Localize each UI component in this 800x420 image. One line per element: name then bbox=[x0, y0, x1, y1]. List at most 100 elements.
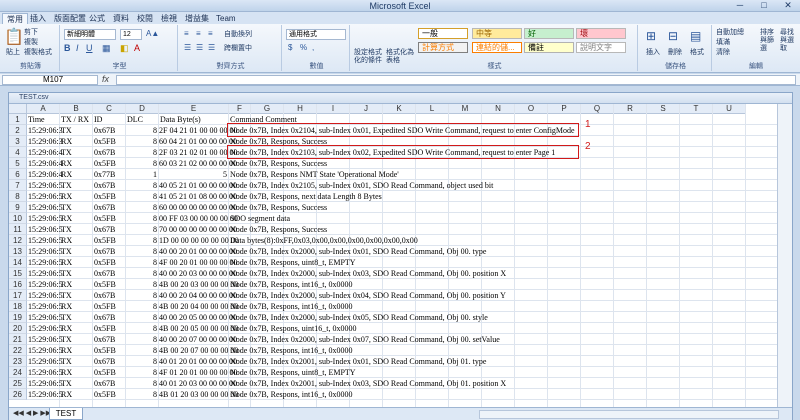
cell-dlc[interactable]: 8 bbox=[126, 312, 157, 323]
cell-data-bytes[interactable]: 70 00 00 00 00 00 00 00 bbox=[159, 224, 237, 235]
cell-comment[interactable]: Node 0x7B, Respons, int16_t, 0x0000 bbox=[230, 279, 352, 290]
cell-txrx[interactable]: TX bbox=[61, 312, 72, 323]
row-header[interactable]: 15 bbox=[9, 268, 27, 279]
cell-style-4[interactable]: 壞 bbox=[576, 28, 626, 39]
cell-data-bytes[interactable]: 41 05 21 01 08 00 00 00 bbox=[159, 191, 237, 202]
cell-comment[interactable]: Node 0x7B, Index 0x2103, sub-Index 0x02,… bbox=[230, 147, 555, 158]
cell-data-bytes[interactable]: 4F 01 20 01 00 00 00 00 bbox=[159, 367, 237, 378]
cell-data-bytes[interactable]: 00 FF 03 00 00 00 00 00 bbox=[159, 213, 238, 224]
cell-data-bytes[interactable]: 4F 00 20 01 00 00 00 00 bbox=[159, 257, 237, 268]
cell-dlc[interactable]: 8 bbox=[126, 213, 157, 224]
sort-filter-button[interactable]: 排序與篩選 bbox=[760, 29, 778, 53]
format-painter-button[interactable]: 複製格式 bbox=[24, 47, 52, 57]
delete-cells-icon[interactable]: ⊟ bbox=[668, 29, 678, 43]
wrap-text-button[interactable]: 自動換列 bbox=[224, 29, 252, 39]
cell-comment[interactable]: Command Comment bbox=[230, 114, 297, 125]
column-header-G[interactable]: G bbox=[251, 104, 284, 114]
column-header-I[interactable]: I bbox=[317, 104, 350, 114]
cell-comment[interactable]: Node 0x7B, Respons, int16_t, 0x0000 bbox=[230, 345, 352, 356]
align-center-icon[interactable]: ☰ bbox=[196, 43, 203, 52]
cell-time[interactable]: 15:29:06:5 bbox=[28, 235, 63, 246]
cell-id[interactable]: 0x5FB bbox=[94, 301, 116, 312]
cell-id[interactable]: 0x5FB bbox=[94, 345, 116, 356]
cell-time[interactable]: 15:29:06:5 bbox=[28, 213, 63, 224]
cell-dlc[interactable]: 8 bbox=[126, 268, 157, 279]
cell-data-bytes[interactable]: 1D 00 00 00 00 00 00 00 bbox=[159, 235, 239, 246]
row-header[interactable]: 2 bbox=[9, 125, 27, 136]
cell-dlc[interactable]: 8 bbox=[126, 334, 157, 345]
tab-team[interactable]: Team bbox=[212, 13, 240, 24]
cell-data-bytes[interactable]: 4B 01 20 03 00 00 00 00 bbox=[159, 389, 238, 400]
column-header-P[interactable]: P bbox=[548, 104, 581, 114]
row-header[interactable]: 21 bbox=[9, 334, 27, 345]
spreadsheet-grid[interactable]: A B C D E F G H I J K L M N O P Q R S T U 1 Time TX / RX ID DLC Da… bbox=[9, 104, 777, 407]
cell-data-bytes[interactable]: 2F 04 21 01 00 00 00 00 bbox=[159, 125, 237, 136]
column-header-L[interactable]: L bbox=[416, 104, 449, 114]
cell-dlc[interactable]: 8 bbox=[126, 257, 157, 268]
column-header-B[interactable]: B bbox=[60, 104, 93, 114]
bold-icon[interactable]: B bbox=[64, 43, 71, 53]
tab-insert[interactable]: 插入 bbox=[26, 13, 50, 24]
cell-id[interactable]: 0x67B bbox=[94, 290, 115, 301]
cell-id[interactable]: 0x67B bbox=[94, 125, 115, 136]
cell-data-bytes[interactable]: 40 05 21 01 00 00 00 00 bbox=[159, 180, 237, 191]
tab-addins[interactable]: 增益集 bbox=[181, 13, 213, 24]
row-header[interactable]: 8 bbox=[9, 191, 27, 202]
row-header[interactable]: 22 bbox=[9, 345, 27, 356]
row-header[interactable]: 25 bbox=[9, 378, 27, 389]
cell-time[interactable]: 15:29:06:4 bbox=[28, 147, 63, 158]
cell-comment[interactable]: Node 0x7B, Index 0x2000, sub-Index 0x03,… bbox=[230, 268, 506, 279]
cell-comment[interactable]: Node 0x7B, Respons, Success bbox=[230, 136, 327, 147]
cell-comment[interactable]: Node 0x7B, Respons, uint8_t, EMPTY bbox=[230, 257, 356, 268]
row-header[interactable]: 12 bbox=[9, 235, 27, 246]
cell-id[interactable]: 0x67B bbox=[94, 147, 115, 158]
cell-dlc[interactable]: 8 bbox=[126, 125, 157, 136]
cell-data-bytes[interactable]: 4B 00 20 04 00 00 00 00 bbox=[159, 301, 238, 312]
cell-time[interactable]: 15:29:06:4 bbox=[28, 158, 63, 169]
cell-comment[interactable]: Node 0x7B, Respons NMT State 'Operationa… bbox=[230, 169, 399, 180]
column-header-A[interactable]: A bbox=[27, 104, 60, 114]
comma-icon[interactable]: , bbox=[312, 43, 314, 52]
cell-txrx[interactable]: TX bbox=[61, 224, 72, 235]
cell-id[interactable]: 0x5FB bbox=[94, 323, 116, 334]
delete-button[interactable]: 刪除 bbox=[668, 47, 682, 57]
cell-dlc[interactable]: 8 bbox=[126, 180, 157, 191]
cell-time[interactable]: 15:29:06:5 bbox=[28, 180, 63, 191]
cell-data-bytes[interactable]: 4B 00 20 03 00 00 00 00 bbox=[159, 279, 238, 290]
cell-id[interactable]: 0x5FB bbox=[94, 279, 116, 290]
cell-dlc[interactable]: 8 bbox=[126, 356, 157, 367]
align-bottom-icon[interactable]: ≡ bbox=[208, 29, 213, 38]
cell-txrx[interactable]: TX bbox=[61, 268, 72, 279]
row-header[interactable]: 11 bbox=[9, 224, 27, 235]
align-top-icon[interactable]: ≡ bbox=[184, 29, 189, 38]
cell-time[interactable]: 15:29:06:5 bbox=[28, 356, 63, 367]
cell-data-bytes[interactable]: Data Byte(s) bbox=[160, 114, 201, 125]
cell-txrx[interactable]: TX / RX bbox=[61, 114, 89, 125]
cut-button[interactable]: 剪下 bbox=[24, 27, 38, 37]
cell-txrx[interactable]: RX bbox=[61, 323, 72, 334]
cell-txrx[interactable]: TX bbox=[61, 290, 72, 301]
cell-time[interactable]: 15:29:06:5 bbox=[28, 301, 63, 312]
number-format-select[interactable]: 通用格式 bbox=[286, 29, 346, 40]
cell-style-7[interactable]: 備註 bbox=[524, 42, 574, 53]
row-header[interactable]: 17 bbox=[9, 290, 27, 301]
cell-comment[interactable]: Data bytes(8):0xFF,0x03,0x00,0x00,0x00,0… bbox=[230, 235, 418, 246]
cell-txrx[interactable]: RX bbox=[61, 158, 72, 169]
cell-time[interactable]: 15:29:06:5 bbox=[28, 378, 63, 389]
column-header-J[interactable]: J bbox=[350, 104, 383, 114]
cell-data-bytes[interactable]: 40 00 20 01 00 00 00 00 bbox=[159, 246, 237, 257]
cell-comment[interactable]: Node 0x7B, Index 0x2000, sub-Index 0x05,… bbox=[230, 312, 488, 323]
cell-txrx[interactable]: TX bbox=[61, 180, 72, 191]
cell-id[interactable]: 0x5FB bbox=[94, 235, 116, 246]
cell-comment[interactable]: Node 0x7B, Respons, next data Length 8 B… bbox=[230, 191, 382, 202]
cell-id[interactable]: 0x5FB bbox=[94, 389, 116, 400]
cell-id[interactable]: 0x5FB bbox=[94, 136, 116, 147]
column-header-E[interactable]: E bbox=[159, 104, 229, 114]
cell-dlc[interactable]: DLC bbox=[127, 114, 143, 125]
column-header-M[interactable]: M bbox=[449, 104, 482, 114]
currency-icon[interactable]: $ bbox=[288, 43, 292, 52]
cell-dlc[interactable]: 8 bbox=[126, 235, 157, 246]
cell-data-bytes[interactable]: 60 03 21 02 00 00 00 00 bbox=[159, 158, 237, 169]
cell-time[interactable]: 15:29:06:5 bbox=[28, 290, 63, 301]
cell-txrx[interactable]: TX bbox=[61, 334, 72, 345]
